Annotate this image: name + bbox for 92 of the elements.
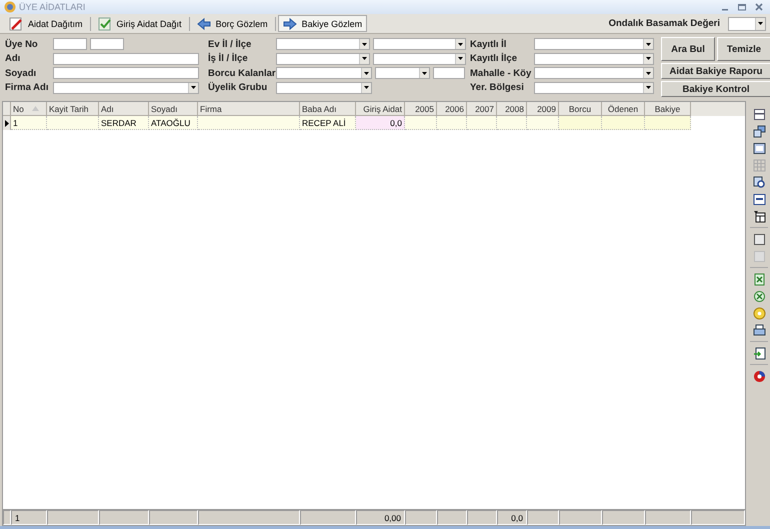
text-field[interactable]: [53, 38, 87, 50]
dropdown-arrow-icon: [362, 57, 366, 60]
dropdown-field[interactable]: [534, 38, 654, 50]
table-cell: [559, 116, 602, 130]
table-cell: [467, 116, 497, 130]
dropdown-arrow-icon: [364, 86, 369, 90]
dropdown-arrow-icon: [362, 42, 366, 46]
dropdown-arrow-icon: [646, 86, 651, 90]
dropdown-arrow-icon: [364, 72, 369, 75]
table-cell: [527, 116, 559, 130]
action-button[interactable]: Ara Bul: [661, 37, 715, 61]
action-button[interactable]: Temizle: [717, 37, 770, 61]
grid-icon: [752, 158, 766, 172]
dropdown-field[interactable]: [534, 52, 654, 65]
field-label: Yer. Bölgesi: [470, 82, 525, 94]
field-label: Ev İl / İlçe: [208, 38, 252, 50]
table-cell: [602, 116, 645, 130]
sort-arrow-icon: [32, 106, 39, 111]
dropdown-field[interactable]: [534, 82, 654, 94]
dropdown-arrow-icon: [646, 57, 651, 60]
dropdown-arrow-icon: [458, 42, 463, 46]
dropdown-arrow-icon: [758, 22, 763, 25]
form-icon: [752, 192, 766, 206]
field-label: Adı: [5, 53, 22, 64]
forward-arrow-icon: [282, 16, 297, 30]
export-icon: [752, 346, 766, 360]
dropdown-field[interactable]: [372, 38, 466, 50]
table-cell: [47, 116, 99, 130]
zoom-icon: [752, 176, 766, 188]
printer-icon: [752, 324, 766, 336]
dropdown-field[interactable]: [375, 67, 430, 80]
summary-cell: 1: [11, 510, 47, 525]
field-label: Mahalle - Köy: [470, 68, 532, 79]
summary-cell: 0,0: [497, 510, 527, 525]
field-label: Kayıtlı İlçe: [470, 53, 518, 64]
toolbar-tab[interactable]: Aidat Dağıtım: [4, 15, 88, 32]
dropdown-field[interactable]: [276, 52, 370, 65]
table-icon: [752, 210, 766, 222]
back-arrow-icon: [196, 16, 211, 30]
field-label: Ondalık Basamak Değeri: [608, 18, 720, 29]
field-label: Soyadı: [5, 68, 38, 79]
field-label: Kayıtlı İl: [470, 38, 508, 50]
decimal-dropdown[interactable]: [728, 16, 766, 30]
table-cell: [437, 116, 467, 130]
table-cell: RECEP ALİ: [300, 116, 356, 130]
table-cell: 0,0: [356, 116, 405, 130]
close-icon: [755, 3, 763, 11]
table-cell: [497, 116, 527, 130]
field-label: Firma Adı: [5, 82, 50, 94]
check-icon: [98, 16, 112, 30]
dropdown-field[interactable]: [53, 82, 199, 94]
field-label: Üyelik Grubu: [208, 82, 268, 94]
field-label: Borcu Kalanlar: [208, 68, 274, 79]
table-cell: 1: [11, 116, 47, 130]
field-label: İş İl / İlçe: [208, 53, 249, 64]
pointer-icon: [4, 120, 8, 126]
dropdown-field[interactable]: [276, 38, 370, 50]
dropdown-arrow-icon: [646, 42, 651, 46]
window-icon: [752, 142, 766, 154]
disc-icon: [752, 306, 766, 320]
text-field[interactable]: [433, 67, 465, 80]
table-cell: [405, 116, 437, 130]
text-field[interactable]: [53, 67, 199, 80]
row-indicator[interactable]: [3, 116, 11, 130]
dropdown-arrow-icon: [191, 86, 196, 90]
field-label: Üye No: [5, 38, 39, 50]
table-cell: SERDAR: [99, 116, 149, 130]
dropdown-field[interactable]: [276, 82, 372, 94]
square-icon: [752, 250, 766, 262]
dropdown-field[interactable]: [276, 67, 372, 80]
table-cell: [645, 116, 691, 130]
windows-icon: [752, 124, 766, 138]
text-field[interactable]: [53, 52, 199, 65]
summary-cell: 0,00: [356, 510, 405, 525]
toolbar-tab[interactable]: Giriş Aidat Dağıt: [92, 15, 187, 32]
maximize-icon: [738, 3, 746, 11]
maximize-button[interactable]: [735, 1, 749, 13]
table-cell: ATAOĞLU: [149, 116, 198, 130]
dropdown-arrow-icon: [422, 72, 427, 75]
app-icon: [4, 1, 16, 13]
dropdown-field[interactable]: [372, 52, 466, 65]
toolbar-tab[interactable]: Bakiye Gözlem: [278, 15, 368, 32]
window-title: ÜYE AİDATLARI: [19, 2, 86, 12]
dropdown-field[interactable]: [534, 67, 654, 80]
toolbar-tab[interactable]: Borç Gözlem: [192, 15, 273, 32]
dropdown-arrow-icon: [646, 72, 651, 75]
action-button[interactable]: Aidat Bakiye Raporu: [661, 63, 770, 79]
panel-icon: [752, 108, 766, 120]
text-field[interactable]: [90, 38, 124, 50]
square-icon: [752, 232, 766, 246]
dropdown-arrow-icon: [458, 57, 463, 60]
action-button[interactable]: Bakiye Kontrol: [661, 81, 770, 97]
